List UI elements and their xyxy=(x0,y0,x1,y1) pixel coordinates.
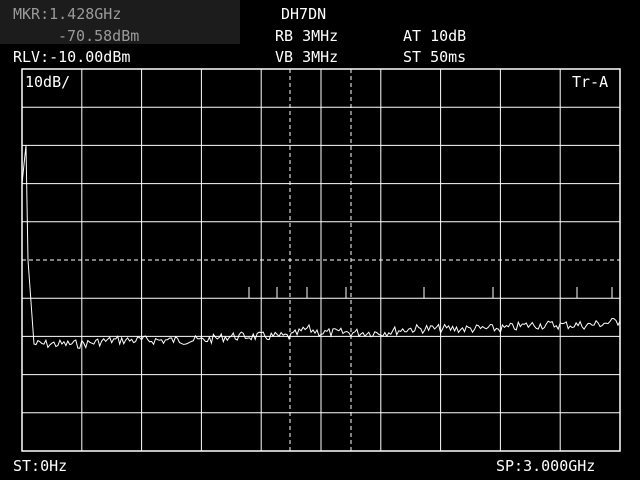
marker-lines xyxy=(289,69,352,451)
start-frequency: ST:0Hz xyxy=(13,457,68,475)
analyzer-screen: MKR:1.428GHz -70.58dBm RLV:-10.00dBm DH7… xyxy=(0,0,640,480)
trace-label: Tr-A xyxy=(572,73,609,91)
trace-ticks xyxy=(248,287,613,298)
spectrum-plot xyxy=(21,68,621,452)
scale-label: 10dB/ xyxy=(25,73,71,91)
stop-frequency: SP:3.000GHz xyxy=(496,457,596,475)
